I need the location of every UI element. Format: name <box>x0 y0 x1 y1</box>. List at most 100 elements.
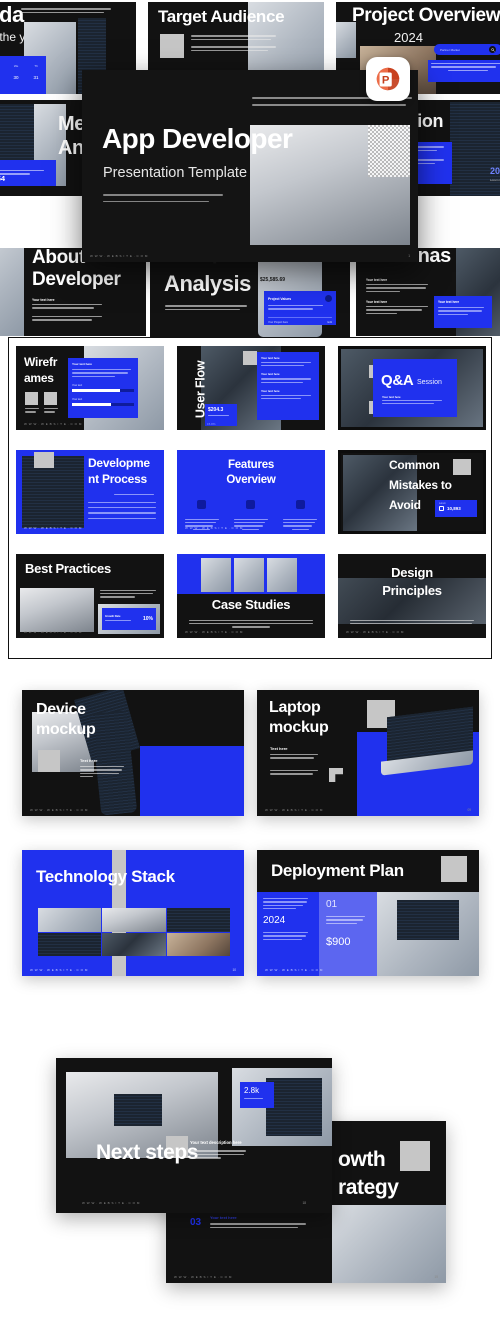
common-mistakes-placeholder-square <box>453 459 471 475</box>
qa-card-body <box>382 400 442 406</box>
competitor-analysis-card-footer-left: Your Project here <box>268 320 288 324</box>
laptop-mockup-page-number: 09 <box>467 808 471 812</box>
common-mistakes-title-line-3: Avoid <box>389 498 421 512</box>
target-audience-paragraph-2 <box>191 46 276 53</box>
case-studies-website: W W W . W E B S I T E . C O M <box>185 630 243 634</box>
next-steps-stat-value: 2.8k <box>244 1086 260 1095</box>
qa-title: Q&A <box>381 372 414 389</box>
wireframes-bar-1 <box>72 388 134 392</box>
best-practices-page-number <box>155 630 156 634</box>
slide-wireframes[interactable]: Wirefr ames Your text here Your text You… <box>16 346 164 430</box>
slide-device-mockup[interactable]: Device mockup Text here W W W . W E B S … <box>22 690 244 816</box>
methods-badge <box>0 160 56 186</box>
calendar-date: 31 <box>33 75 39 80</box>
slide-best-practices[interactable]: Best Practices Growth Rate 10% W W W . W… <box>16 554 164 638</box>
best-practices-card-value: 10% <box>142 616 153 622</box>
user-icon <box>246 500 256 509</box>
development-process-caption <box>114 494 154 497</box>
personas-card-heading: Your text here <box>438 300 460 304</box>
personas-card: Your text here <box>434 296 492 328</box>
wireframes-website: W W W . W E B S I T E . C O M <box>24 422 82 426</box>
project-overview-search[interactable]: Partner Market <box>434 44 500 55</box>
competitor-analysis-paragraph <box>165 305 247 312</box>
next-steps-text-body <box>190 1150 246 1161</box>
qa-card-heading: Your text here <box>382 395 401 399</box>
slide-features-overview[interactable]: Features Overview W W W . W E B S I T E … <box>177 450 325 534</box>
user-flow-page-number <box>316 422 317 426</box>
gear-icon <box>325 295 332 302</box>
user-flow-item-heading-2: Your text here <box>261 372 280 377</box>
common-mistakes-title-line-2: Mistakes to <box>389 478 452 492</box>
deployment-plan-laptop-screen <box>397 900 459 940</box>
technology-stack-photo <box>166 908 230 932</box>
best-practices-card: Growth Rate 10% <box>102 608 156 630</box>
design-principles-title-line-2: Principles <box>382 583 442 598</box>
device-mockup-placeholder-square <box>38 750 60 772</box>
competitor-analysis-card: Project Values Your Project here Edit <box>264 291 336 325</box>
features-overview-col-body-3 <box>283 519 318 530</box>
deployment-plan-title: Deployment Plan <box>271 861 404 880</box>
design-principles-title-line-1: Design <box>391 565 433 580</box>
best-practices-website: W W W . W E B S I T E . C O M <box>24 630 82 634</box>
technology-stack-photo <box>102 908 166 932</box>
hero-page-number: 1 <box>408 254 410 258</box>
laptop-mockup-text-heading: Text here <box>270 746 288 751</box>
user-flow-item-heading-3: Your text here <box>261 388 280 393</box>
slide-common-mistakes[interactable]: Common Mistakes to Avoid Lorem 10,893 <box>338 450 486 534</box>
case-studies-page-number <box>316 630 317 634</box>
next-steps-stat-card: 2.8k <box>240 1082 274 1108</box>
calendar-date: 30 <box>13 75 19 80</box>
methods-badge-value: +6654 <box>0 174 6 183</box>
case-studies-photo-2 <box>234 558 264 592</box>
slide-design-principles[interactable]: Design Principles W W W . W E B S I T E … <box>338 554 486 638</box>
growth-strategy-title-line-1: owth <box>338 1148 386 1171</box>
laptop-mockup-title-line-2: mockup <box>269 719 329 736</box>
about-developer-block-1: Your text here <box>32 298 102 311</box>
development-process-placeholder-square <box>34 452 54 468</box>
about-developer-title-line-1: About <box>32 248 85 268</box>
wireframes-bar-1-label: Your text <box>72 383 83 387</box>
common-mistakes-page-number <box>474 523 475 527</box>
user-flow-stat-delta: 15.8% <box>207 422 216 426</box>
competitor-analysis-amount: $25,585.69 <box>260 277 286 283</box>
growth-strategy-step-heading: Your text here <box>210 1215 237 1220</box>
slide-qa-session[interactable]: Q&A Session Your text here <box>338 346 486 430</box>
search-icon[interactable] <box>489 46 496 53</box>
next-steps-text-heading: Your text description here <box>190 1140 242 1145</box>
slide-technology-stack[interactable]: Technology Stack W W W . W E B S I T E .… <box>22 850 244 976</box>
design-principles-page-number <box>477 630 478 634</box>
target-audience-paragraph-1 <box>191 35 276 42</box>
personas-block-2: Your text here <box>366 300 428 316</box>
powerpoint-icon: P <box>366 57 410 101</box>
deployment-plan-website: W W W . W E B S I T E . C O M <box>265 968 323 972</box>
about-developer-photo <box>0 248 24 336</box>
wireframes-icon-label-2 <box>44 408 58 415</box>
slide-laptop-mockup[interactable]: Laptop mockup Text here W W W . W E B S … <box>257 690 479 816</box>
slide-next-steps[interactable]: 2.8k Next steps Your text description he… <box>56 1058 332 1213</box>
next-steps-page-number: 18 <box>302 1201 306 1205</box>
growth-strategy-page-number: 19 <box>434 1275 438 1279</box>
hero-slide[interactable]: App Developer Presentation Template W W … <box>82 70 418 262</box>
slide-user-flow[interactable]: User Flow Your text here Your text here … <box>177 346 325 430</box>
best-practices-title: Best Practices <box>25 561 111 576</box>
project-overview-title: Project Overview <box>352 5 500 26</box>
technology-stack-page-number: 10 <box>232 968 236 972</box>
window-icon <box>295 500 305 509</box>
best-practices-photo <box>20 588 94 632</box>
case-studies-title: Case Studies <box>211 597 291 612</box>
common-mistakes-badge-label: Lorem <box>439 502 446 505</box>
target-audience-placeholder-square <box>160 34 184 58</box>
slide-development-process[interactable]: Developme nt Process W W W . W E B S I T… <box>16 450 164 534</box>
competitor-analysis-card-footer-right[interactable]: Edit <box>328 321 332 324</box>
common-mistakes-badge: Lorem 10,893 <box>435 500 477 517</box>
personas-block-1-heading: Your text here <box>366 278 388 282</box>
slide-case-studies[interactable]: Case Studies W W W . W E B S I T E . C O… <box>177 554 325 638</box>
device-mockup-title-line-1: Device <box>36 701 86 718</box>
search-placeholder: Partner Market <box>440 47 460 52</box>
slide-deployment-plan[interactable]: Deployment Plan 2024 01 $900 W W W . W E… <box>257 850 479 976</box>
project-overview-paragraph <box>428 60 500 82</box>
project-overview-year: 2024 <box>394 30 423 45</box>
about-developer-block-2 <box>32 316 102 323</box>
case-studies-paragraph <box>189 620 313 628</box>
development-process-website: W W W . W E B S I T E . C O M <box>24 526 82 530</box>
